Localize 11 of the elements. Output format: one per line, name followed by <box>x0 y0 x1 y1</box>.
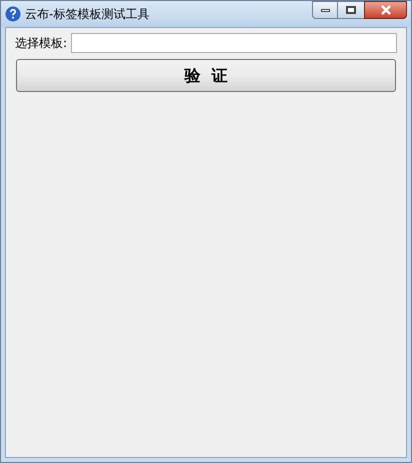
maximize-button[interactable] <box>338 1 364 19</box>
close-button[interactable] <box>364 1 407 19</box>
verify-button[interactable]: 验 证 <box>16 59 396 92</box>
template-label: 选择模板: <box>15 35 68 52</box>
help-icon <box>5 6 21 22</box>
close-icon <box>380 5 392 15</box>
minimize-icon <box>320 8 330 12</box>
minimize-button[interactable] <box>312 1 338 19</box>
maximize-icon <box>346 6 356 14</box>
window-title: 云布-标签模板测试工具 <box>25 6 150 23</box>
template-field[interactable] <box>71 33 397 53</box>
